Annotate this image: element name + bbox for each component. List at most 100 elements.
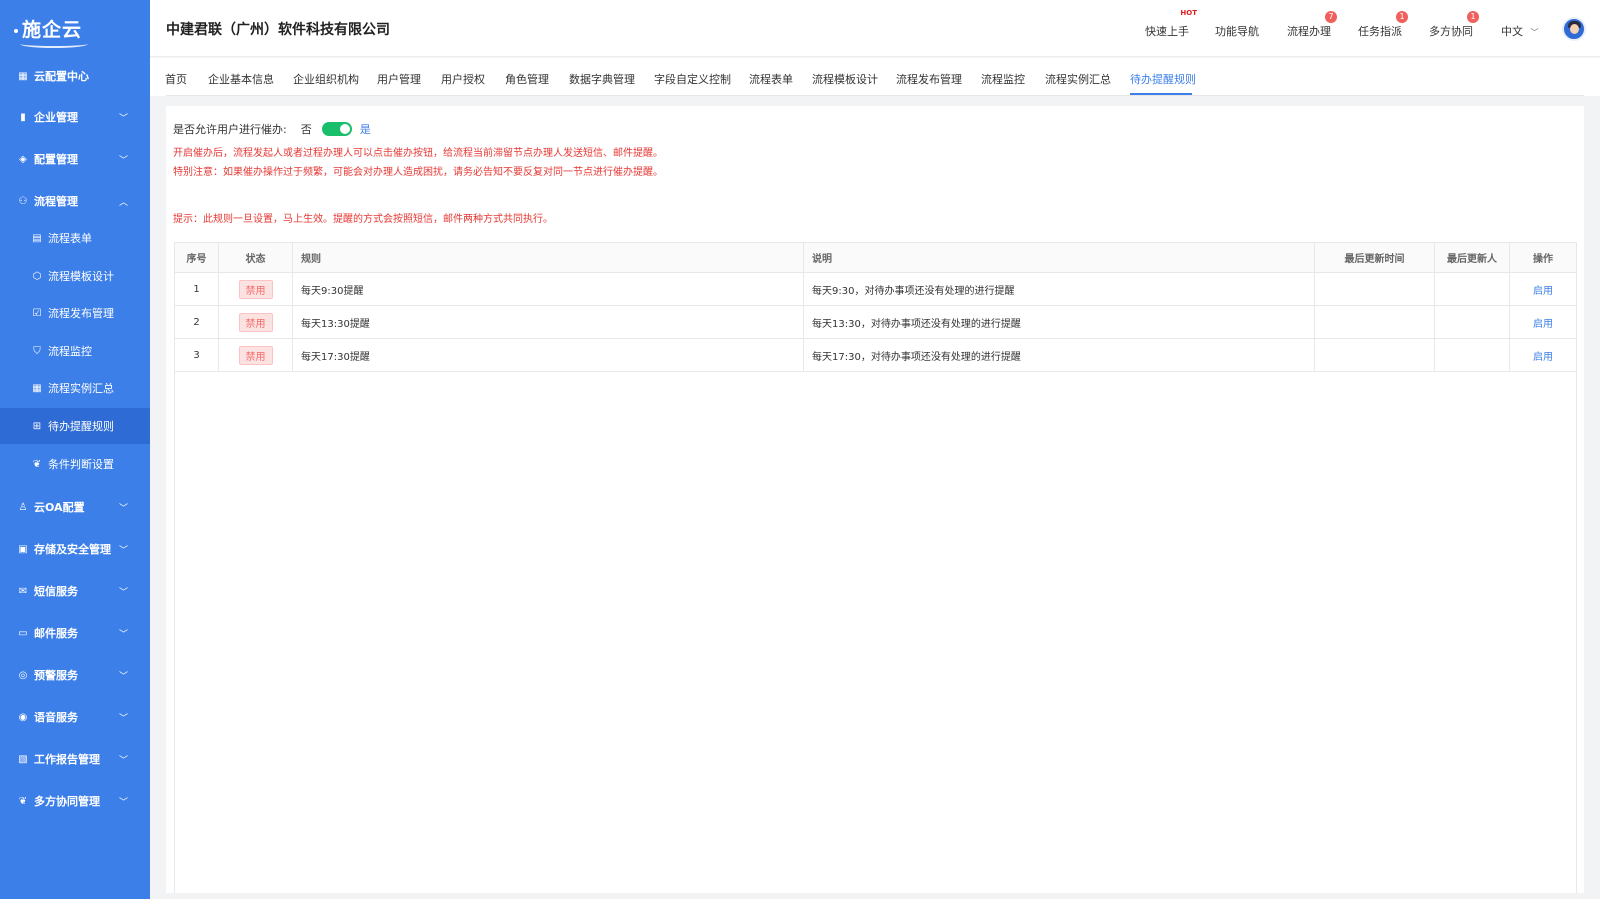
enable-link[interactable]: 启用 bbox=[1533, 282, 1553, 297]
tab-enterprise-info[interactable]: 企业基本信息 bbox=[208, 71, 274, 87]
sidebar-item-condition-settings[interactable]: ❦ 条件判断设置 bbox=[0, 446, 150, 482]
language-select[interactable]: 中文 ﹀ bbox=[1501, 23, 1539, 39]
menu-voice[interactable]: ◉ 语音服务 ﹀ bbox=[0, 699, 150, 735]
avatar[interactable] bbox=[1562, 17, 1586, 41]
menu-email[interactable]: ▭ 邮件服务 ﹀ bbox=[0, 615, 150, 651]
sidebar-item-instance-summary[interactable]: ▦ 流程实例汇总 bbox=[0, 370, 150, 406]
menu-work-report[interactable]: ▧ 工作报告管理 ﹀ bbox=[0, 741, 150, 777]
header-desc: 说明 bbox=[804, 243, 1315, 272]
sidebar-item-process-form[interactable]: ▤ 流程表单 bbox=[0, 220, 150, 256]
tab-monitor[interactable]: 流程监控 bbox=[981, 71, 1025, 87]
chevron-down-icon: ﹀ bbox=[118, 545, 128, 556]
menu-process[interactable]: ⚇ 流程管理 ︿ bbox=[0, 183, 150, 219]
chevron-down-icon: ﹀ bbox=[118, 503, 128, 514]
rule-tip: 提示：此规则一旦设置，马上生效。提醒的方式会按照短信，邮件两种方式共同执行。 bbox=[173, 214, 553, 225]
status-badge: 禁用 bbox=[238, 279, 273, 299]
row-op-cell: 启用 bbox=[1510, 306, 1576, 338]
row-no: 3 bbox=[175, 339, 219, 371]
inbox-icon: ▭ bbox=[18, 627, 28, 639]
chevron-down-icon: ﹀ bbox=[118, 671, 128, 682]
chevron-down-icon: ﹀ bbox=[118, 587, 128, 598]
tab-home[interactable]: 首页 bbox=[165, 71, 187, 87]
storage-icon: ▣ bbox=[18, 543, 28, 555]
menu-storage-security[interactable]: ▣ 存储及安全管理 ﹀ bbox=[0, 531, 150, 567]
alert-icon: ◎ bbox=[18, 669, 28, 681]
urge-note: 开启催办后，流程发起人或者过程办理人可以点击催办按钮，给流程当前滞留节点办理人发… bbox=[173, 148, 663, 159]
sidebar-item-template-design[interactable]: ⬡ 流程模板设计 bbox=[0, 258, 150, 294]
voice-icon: ◉ bbox=[18, 711, 28, 723]
menu-collab[interactable]: ❦ 多方协同管理 ﹀ bbox=[0, 783, 150, 819]
form-icon: ▤ bbox=[32, 232, 42, 244]
row-no: 2 bbox=[175, 306, 219, 338]
tab-publish-mgmt[interactable]: 流程发布管理 bbox=[896, 71, 962, 87]
enable-link[interactable]: 启用 bbox=[1533, 315, 1553, 330]
clipboard-check-icon: ☑ bbox=[32, 307, 42, 319]
urge-toggle[interactable] bbox=[321, 122, 352, 136]
allow-urge-row: 是否允许用户进行催办: 否 是 bbox=[173, 121, 371, 137]
tab-instance-summary[interactable]: 流程实例汇总 bbox=[1045, 71, 1111, 87]
tab-template-design[interactable]: 流程模板设计 bbox=[812, 71, 878, 87]
sidebar-item-monitor[interactable]: ⛉ 流程监控 bbox=[0, 333, 150, 369]
header-no: 序号 bbox=[175, 243, 219, 272]
table-row: 3 禁用 每天17:30提醒 每天17:30，对待办事项还没有处理的进行提醒 启… bbox=[175, 339, 1576, 372]
hot-badge: HOT bbox=[1180, 9, 1197, 17]
tab-dictionary[interactable]: 数据字典管理 bbox=[569, 71, 635, 87]
row-desc: 每天17:30，对待办事项还没有处理的进行提醒 bbox=[804, 339, 1315, 371]
row-rule: 每天17:30提醒 bbox=[293, 339, 804, 371]
process-handling-link[interactable]: 流程办理 7 bbox=[1287, 11, 1337, 39]
row-updated-by bbox=[1435, 306, 1510, 338]
row-no: 1 bbox=[175, 273, 219, 305]
row-status: 禁用 bbox=[219, 339, 293, 371]
row-desc: 每天13:30，对待办事项还没有处理的进行提醒 bbox=[804, 306, 1315, 338]
tab-user-mgmt[interactable]: 用户管理 bbox=[377, 71, 421, 87]
tab-user-auth[interactable]: 用户授权 bbox=[441, 71, 485, 87]
layers-icon: ◈ bbox=[19, 153, 27, 165]
tab-reminder-rules[interactable]: 待办提醒规则 bbox=[1130, 71, 1196, 87]
toggle-off-label: 否 bbox=[300, 123, 312, 136]
header-status: 状态 bbox=[219, 243, 293, 272]
top-header: 中建君联（广州）软件科技有限公司 快速上手 HOT 功能导航 流程办理 7 任务… bbox=[150, 0, 1600, 57]
status-badge: 禁用 bbox=[238, 345, 273, 365]
task-badge: 1 bbox=[1396, 11, 1408, 23]
dashboard-icon: ▦ bbox=[18, 70, 28, 82]
row-updated-time bbox=[1315, 273, 1435, 305]
menu-config[interactable]: ◈ 配置管理 ﹀ bbox=[0, 141, 150, 177]
header-updated-time: 最后更新时间 bbox=[1315, 243, 1435, 272]
collab-link[interactable]: 多方协同 1 bbox=[1429, 11, 1479, 39]
chevron-down-icon: ﹀ bbox=[118, 113, 128, 124]
table-row: 2 禁用 每天13:30提醒 每天13:30，对待办事项还没有处理的进行提醒 启… bbox=[175, 306, 1576, 339]
enable-link[interactable]: 启用 bbox=[1533, 348, 1553, 363]
row-updated-time bbox=[1315, 306, 1435, 338]
active-tab-indicator bbox=[1130, 93, 1192, 95]
chevron-down-icon: ﹀ bbox=[1530, 28, 1539, 37]
row-status: 禁用 bbox=[219, 306, 293, 338]
tab-field-control[interactable]: 字段自定义控制 bbox=[654, 71, 731, 87]
quick-start-link[interactable]: 快速上手 HOT bbox=[1145, 9, 1197, 39]
header-op: 操作 bbox=[1533, 254, 1553, 265]
sidebar-item-publish[interactable]: ☑ 流程发布管理 bbox=[0, 295, 150, 331]
chevron-down-icon: ﹀ bbox=[118, 755, 128, 766]
cube-icon: ⬡ bbox=[32, 270, 42, 282]
header-rule: 规则 bbox=[293, 243, 804, 272]
row-status: 禁用 bbox=[219, 273, 293, 305]
menu-alert[interactable]: ◎ 预警服务 ﹀ bbox=[0, 657, 150, 693]
flow-icon: ⚇ bbox=[18, 195, 28, 207]
menu-enterprise[interactable]: ▮ 企业管理 ﹀ bbox=[0, 99, 150, 135]
menu-cloud-oa[interactable]: ♙ 云OA配置 ﹀ bbox=[0, 489, 150, 525]
row-op-cell: 启用 bbox=[1510, 339, 1576, 371]
reminder-rules-table: 序号 状态 规则 说明 最后更新时间 最后更新人 操作 1 禁用 每天9:30提… bbox=[174, 242, 1577, 893]
task-assign-link[interactable]: 任务指派 1 bbox=[1358, 11, 1408, 39]
handshake-icon: ❦ bbox=[18, 795, 28, 807]
menu-cloud-config-center[interactable]: ▦ 云配置中心 bbox=[0, 58, 150, 94]
row-updated-time bbox=[1315, 339, 1435, 371]
sidebar-item-reminder-rules[interactable]: ⊞ 待办提醒规则 bbox=[0, 408, 150, 444]
row-rule: 每天9:30提醒 bbox=[293, 273, 804, 305]
process-badge: 7 bbox=[1325, 11, 1337, 23]
tab-role-mgmt[interactable]: 角色管理 bbox=[505, 71, 549, 87]
menu-sms[interactable]: ✉ 短信服务 ﹀ bbox=[0, 573, 150, 609]
tab-org-structure[interactable]: 企业组织机构 bbox=[293, 71, 359, 87]
row-updated-by bbox=[1435, 273, 1510, 305]
tab-process-form[interactable]: 流程表单 bbox=[749, 71, 793, 87]
logo[interactable]: 施企云 bbox=[0, 0, 150, 57]
function-nav-link[interactable]: 功能导航 bbox=[1215, 23, 1259, 39]
